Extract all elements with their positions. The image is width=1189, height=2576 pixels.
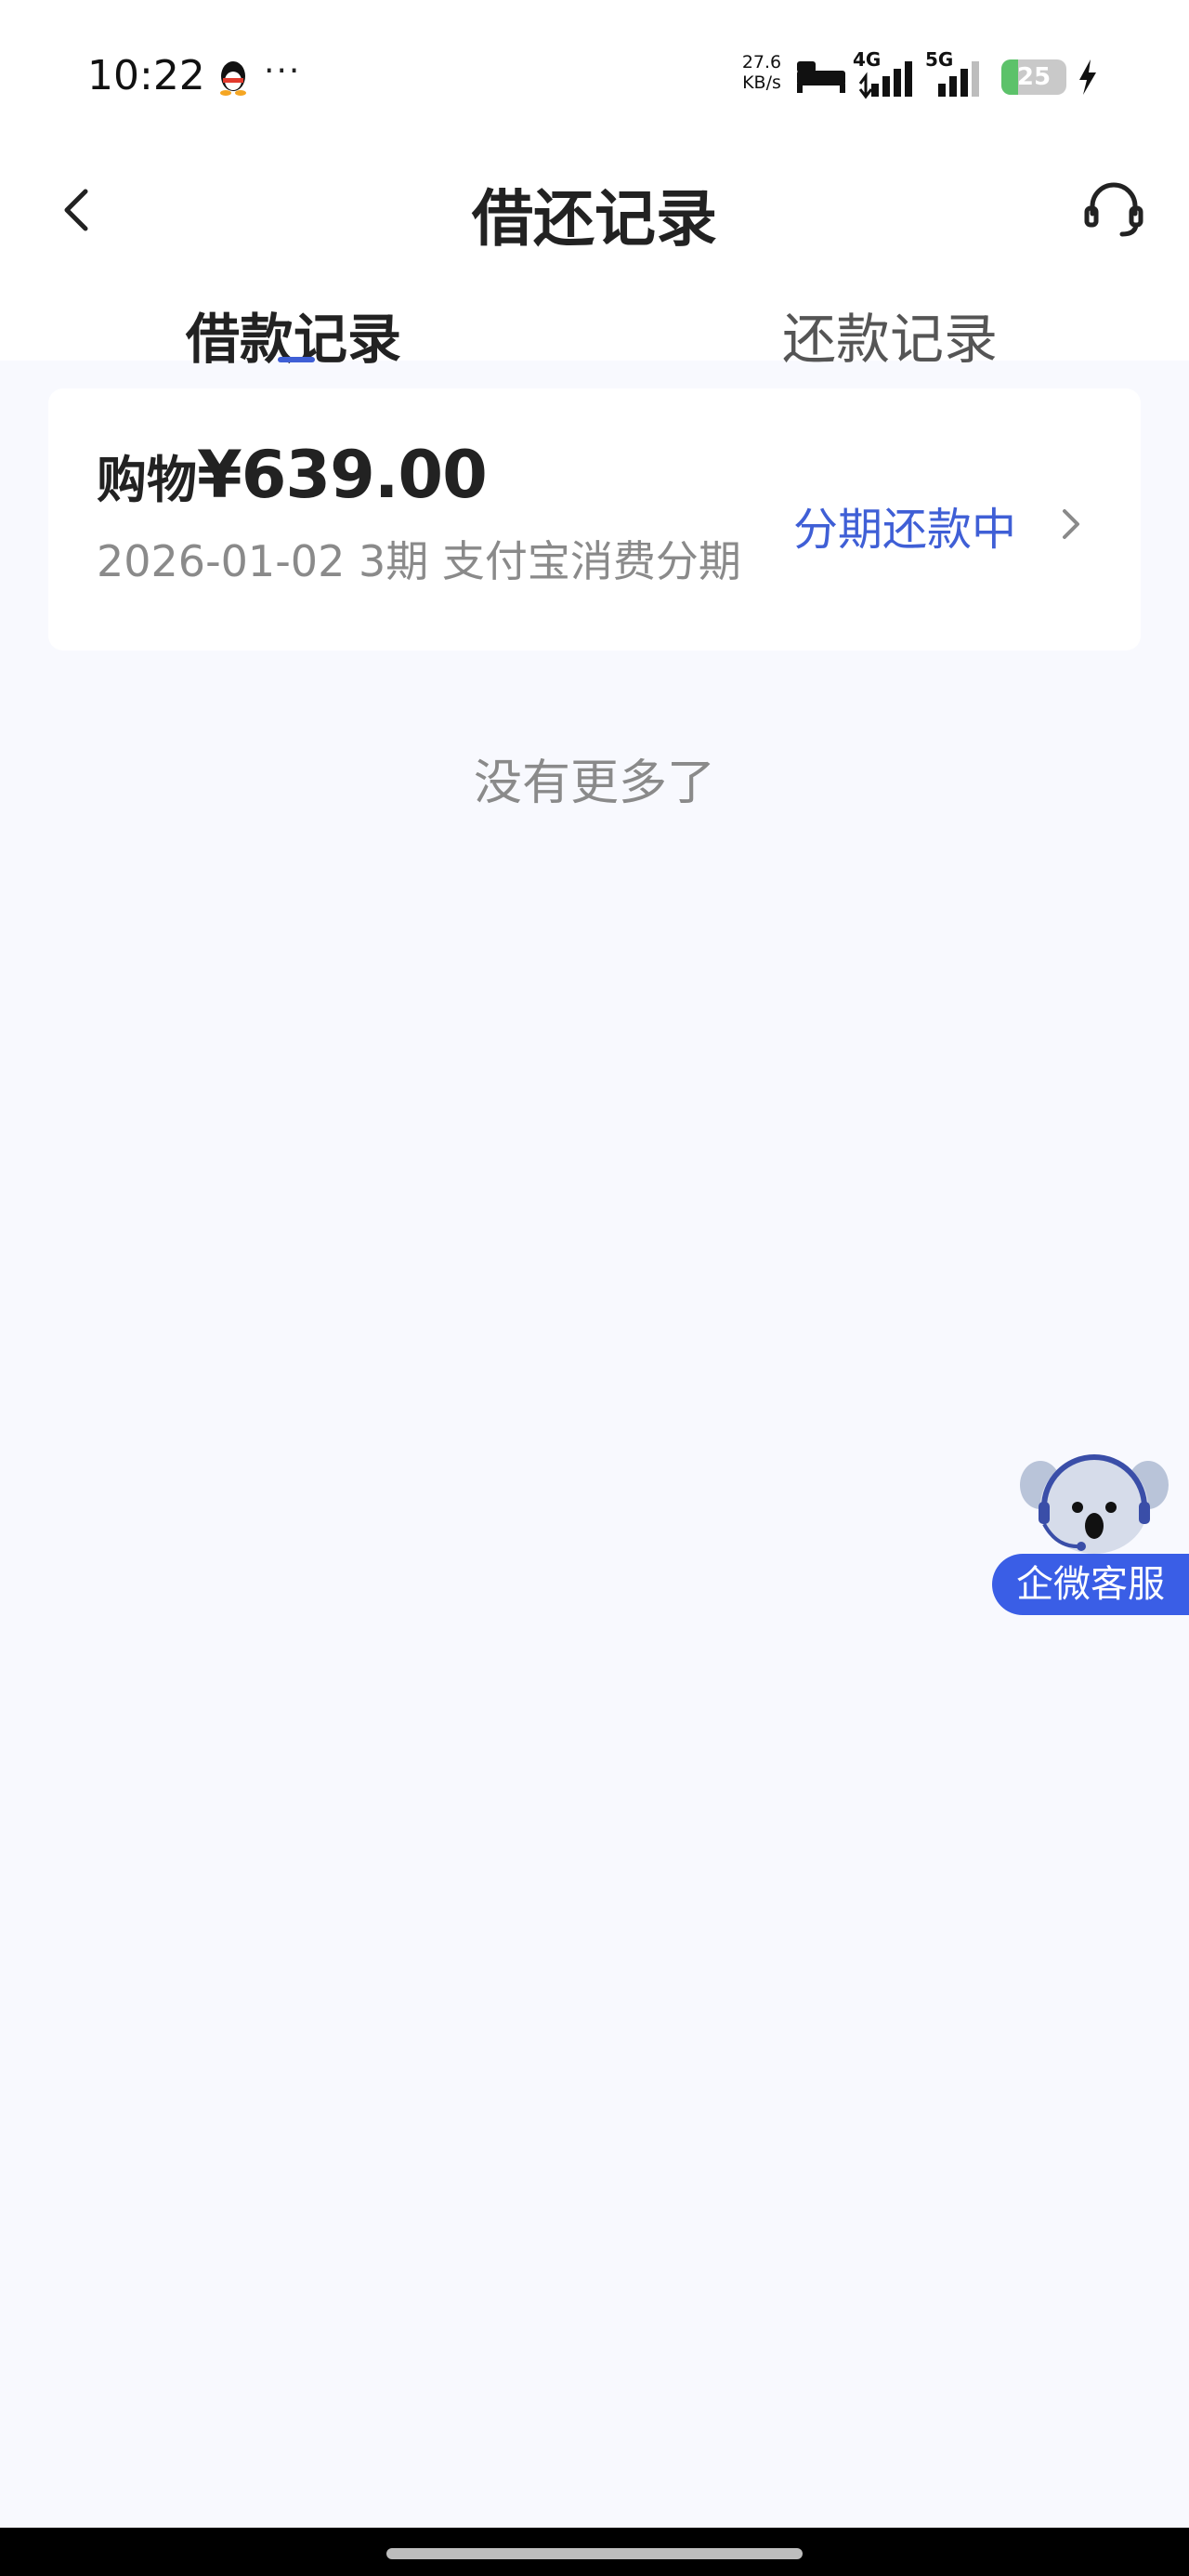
bed-icon [797,61,845,93]
record-amount-value: ¥639.00 [197,437,488,513]
battery-level: 25 [1016,63,1052,91]
active-tab-indicator [278,357,315,362]
wecom-service-button[interactable]: 企微客服 [992,1450,1189,1617]
status-time: 10:22 [87,52,205,99]
battery-icon: 25 [1001,59,1066,95]
list-end-text: 没有更多了 [473,756,715,811]
loan-record-card[interactable]: 购物¥639.00 2026-01-02 3期 支付宝消费分期 分期还款中 [48,388,1141,651]
more-notifications-icon: ··· [264,52,302,90]
tab-repay-records[interactable]: 还款记录 [782,296,998,374]
charging-bolt-icon [1079,59,1096,95]
status-bar: 10:22 ··· 27.6 KB/s 4G 5G 25 [0,0,1189,158]
system-navigation-bar [0,2528,1189,2576]
network-speed-unit: KB/s [742,72,781,93]
qq-icon [220,61,246,96]
record-status: 分期还款中 [793,504,1017,556]
network-speed: 27.6 KB/s [734,52,790,93]
headset-icon[interactable] [1081,177,1146,242]
koala-headset-icon [1020,1454,1169,1554]
page-title: 借还记录 [472,183,717,255]
record-detail: 2026-01-02 3期 支付宝消费分期 [97,536,741,586]
chevron-right-icon [1063,509,1079,539]
record-type: 购物 [97,451,197,509]
home-indicator[interactable] [386,2548,803,2559]
record-amount: 购物¥639.00 [97,437,488,513]
network-speed-value: 27.6 [741,52,782,72]
wecom-service-label: 企微客服 [992,1554,1189,1615]
